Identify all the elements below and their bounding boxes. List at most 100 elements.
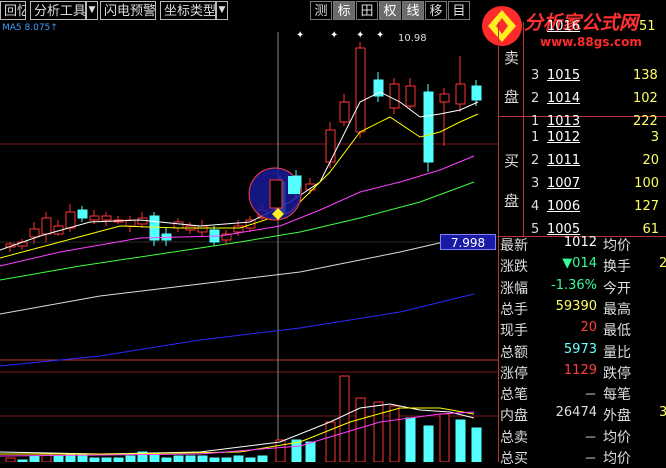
tool-button-0[interactable]: 测 (310, 1, 332, 20)
quote-row: 最新 1012 均价 (499, 232, 666, 255)
coord-type-button[interactable]: 坐标类型 (160, 1, 216, 20)
sell-row[interactable]: 3 1015 138 (499, 65, 666, 88)
candle-body (77, 209, 88, 219)
quote-value: 5973 (563, 341, 597, 357)
volume-bar (185, 455, 196, 462)
tool-button-4[interactable]: 线 (402, 1, 424, 20)
volume-bar (53, 455, 64, 462)
quote-label-2: 换手 (603, 259, 631, 276)
sell-price: 1016 (547, 19, 581, 34)
crosshair-price-tag: 7.998 (440, 234, 496, 250)
candle-body (423, 91, 434, 163)
quote-value: － (583, 430, 597, 446)
candle-body (325, 129, 336, 163)
analysis-tools-button[interactable]: 分析工具 (30, 1, 86, 20)
coord-type-dropdown-icon[interactable]: ▼ (216, 1, 228, 20)
candle-body (269, 179, 283, 209)
quote-row: 涨幅 -1.36% 今开 (499, 275, 666, 298)
buy-price: 1007 (547, 176, 581, 191)
candle-body (41, 217, 52, 235)
candle-body (65, 211, 76, 229)
quote-label-2: 跌停 (603, 365, 631, 382)
volume-bar (373, 401, 384, 462)
tool-button-3[interactable]: 权 (379, 1, 401, 20)
quote-row: 现手 20 最低 (499, 317, 666, 340)
quote-label: 总额 (500, 344, 528, 361)
candle-body (471, 85, 482, 101)
candle-body (149, 215, 160, 241)
quote-value: 1129 (563, 362, 597, 378)
buy-level: 1 (531, 130, 540, 145)
volume-bar (245, 457, 256, 462)
high-price-label: 10.98 (398, 33, 427, 44)
sell-level: 2 (531, 91, 540, 106)
buy-row[interactable]: 3 1007 100 (499, 173, 666, 196)
volume-bar (209, 457, 220, 462)
quote-row: 涨跌 ▼014 换手 2 (499, 253, 666, 276)
volume-bar (423, 425, 434, 462)
tool-button-1[interactable]: 标 (333, 1, 355, 20)
buy-price: 1006 (547, 199, 581, 214)
sell-price: 1015 (547, 68, 581, 83)
candle-body (373, 79, 384, 97)
tool-button-5[interactable]: 移 (425, 1, 447, 20)
quote-label: 涨幅 (500, 280, 528, 297)
quote-label: 总卖 (500, 429, 528, 446)
buy-volume: 100 (634, 176, 659, 191)
quote-row: 总额 5973 量比 (499, 339, 666, 362)
volume-bar (471, 427, 482, 462)
volume-bar (221, 457, 232, 462)
quote-label-2: 外盘 (603, 408, 631, 425)
buy-volume: 3 (650, 130, 659, 145)
sell-level: 3 (531, 68, 540, 83)
candle-body (389, 83, 400, 109)
buy-row[interactable]: 2 1011 20 (499, 150, 666, 173)
candle-body (439, 93, 450, 103)
buy-level: 2 (531, 153, 540, 168)
buy-price: 1012 (547, 130, 581, 145)
quote-label-2: 量比 (603, 344, 631, 361)
sell-volume: 138 (633, 68, 658, 83)
kline-chart[interactable]: ✦ ✦ ✦ ✦ (0, 22, 498, 462)
candle-body (101, 215, 112, 221)
candle-body (233, 225, 244, 233)
volume-bar (439, 413, 450, 462)
candle-body (355, 47, 366, 133)
candle-body (29, 228, 40, 238)
tool-button-6[interactable]: 目 (448, 1, 470, 20)
star-marker-icon: ✦ (376, 30, 384, 41)
volume-bar (233, 455, 244, 462)
recall-button[interactable]: 回忆 (0, 1, 26, 20)
tool-button-2[interactable]: 田 (356, 1, 378, 20)
volume-bar (275, 439, 286, 462)
quote-value: － (583, 388, 597, 404)
sell-row[interactable]: 2 1014 102 (499, 88, 666, 111)
candle-body (339, 101, 350, 123)
sell-price: 1014 (547, 91, 581, 106)
vol-ma5-line (0, 403, 475, 455)
quote-panel: 卖 盘 买 盘 1016 51 3 1015 138 2 1014 102 1 1013 222 1… (498, 19, 666, 467)
buy-level: 4 (531, 199, 540, 214)
star-marker-icon: ✦ (330, 30, 338, 41)
sell-volume: 51 (639, 19, 656, 34)
candle-body (173, 221, 184, 229)
candle-body (405, 85, 416, 107)
buy-row[interactable]: 4 1006 127 (499, 196, 666, 219)
vol-ma20-line (0, 411, 475, 457)
buy-row[interactable]: 1 1012 3 (499, 127, 666, 150)
quote-label-2: 最高 (603, 301, 631, 318)
quote-row: 涨停 1129 跌停 (499, 360, 666, 383)
volume-bar (173, 455, 184, 462)
buy-price: 1011 (547, 153, 581, 168)
candle-body (305, 183, 316, 191)
sell-volume: 102 (633, 91, 658, 106)
quote-label-2: 均价 (603, 238, 631, 254)
flash-alert-button[interactable]: 闪电预警 (100, 1, 156, 20)
volume-bar (161, 457, 172, 462)
volume-bar (125, 455, 136, 462)
quote-row: 总手 59390 最高 (499, 296, 666, 319)
volume-bar (455, 419, 466, 462)
volume-bar (257, 455, 268, 462)
volume-bar (113, 457, 124, 462)
analysis-tools-dropdown-icon[interactable]: ▼ (86, 1, 98, 20)
